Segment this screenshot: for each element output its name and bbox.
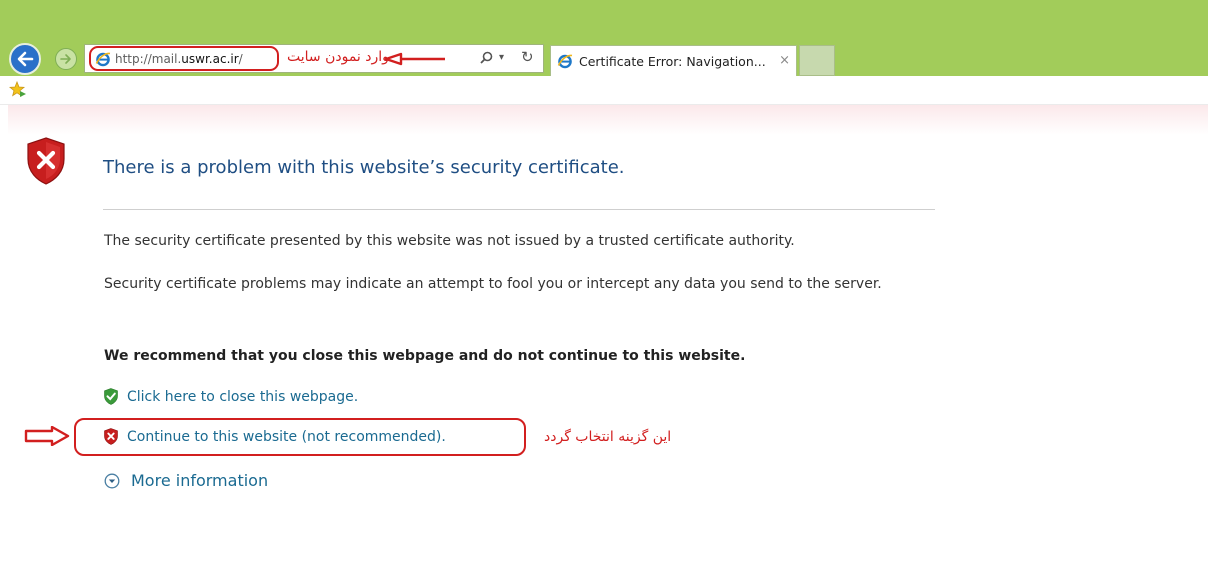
close-webpage-link[interactable]: Click here to close this webpage. xyxy=(104,388,358,405)
error-page: There is a problem with this website’s s… xyxy=(8,105,1208,568)
continue-annotation: این گزینه انتخاب گردد xyxy=(544,429,672,445)
annotation-arrow-left-icon xyxy=(384,52,445,66)
annotation-arrow-right-icon xyxy=(24,426,70,446)
tab-title: Certificate Error: Navigation... xyxy=(579,53,766,69)
tab-certificate-error[interactable]: Certificate Error: Navigation... × xyxy=(550,45,797,76)
error-description: The security certificate presented by th… xyxy=(104,233,795,249)
forward-button[interactable] xyxy=(55,48,77,70)
error-warning: Security certificate problems may indica… xyxy=(104,276,882,292)
continue-website-link[interactable]: Continue to this website (not recommende… xyxy=(104,428,446,445)
circle-chevron-down-icon xyxy=(104,473,120,488)
favorites-bar xyxy=(0,76,1208,105)
recommendation-text: We recommend that you close this webpage… xyxy=(104,348,746,364)
forward-arrow-icon xyxy=(60,54,71,64)
green-shield-check-icon xyxy=(104,388,118,405)
ie-logo-icon xyxy=(557,54,573,69)
red-shield-x-icon xyxy=(27,137,65,185)
back-arrow-icon xyxy=(17,51,34,67)
address-annotation: وارد نمودن سایت xyxy=(287,49,389,65)
back-button[interactable] xyxy=(9,43,41,75)
browser-chrome: http://mail. uswr.ac.ir / وارد نمودن سایت … xyxy=(0,0,1208,76)
refresh-icon[interactable]: ↻ xyxy=(521,48,534,66)
url-highlight-box[interactable]: http://mail. uswr.ac.ir / xyxy=(89,46,279,71)
more-information-toggle[interactable]: More information xyxy=(104,471,268,490)
page-title: There is a problem with this website’s s… xyxy=(103,157,625,178)
more-information-label[interactable]: More information xyxy=(131,471,268,490)
close-webpage-label[interactable]: Click here to close this webpage. xyxy=(127,389,358,405)
continue-website-label[interactable]: Continue to this website (not recommende… xyxy=(127,429,446,445)
address-dropdown-icon[interactable]: ▾ xyxy=(499,52,504,63)
add-favorites-star-icon[interactable] xyxy=(9,81,27,98)
tab-close-icon[interactable]: × xyxy=(779,53,790,68)
search-icon[interactable] xyxy=(478,50,494,66)
url-prefix: http://mail. xyxy=(115,51,182,66)
url-host: uswr.ac.ir xyxy=(181,51,239,66)
address-bar[interactable]: http://mail. uswr.ac.ir / وارد نمودن سایت … xyxy=(84,44,544,73)
ie-logo-icon xyxy=(95,52,111,66)
url-suffix: / xyxy=(238,51,243,66)
red-shield-x-small-icon xyxy=(104,428,118,445)
divider xyxy=(103,209,935,210)
new-tab-button[interactable] xyxy=(799,45,835,76)
